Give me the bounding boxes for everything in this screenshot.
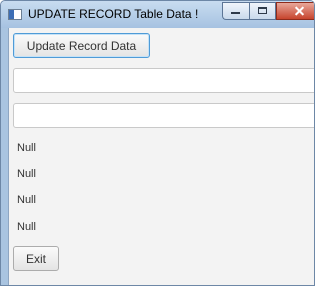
record-field-2[interactable] bbox=[13, 103, 314, 128]
minimize-button[interactable] bbox=[222, 2, 249, 20]
close-icon bbox=[277, 3, 314, 19]
app-window: UPDATE RECORD Table Data ! Update Record… bbox=[0, 0, 315, 286]
maximize-button[interactable] bbox=[249, 2, 276, 20]
record-field-1[interactable] bbox=[13, 68, 314, 93]
app-window-icon bbox=[8, 9, 22, 20]
null-label-4: Null bbox=[17, 221, 36, 233]
null-label-1: Null bbox=[17, 142, 36, 154]
close-button[interactable] bbox=[276, 2, 314, 20]
null-label-2: Null bbox=[17, 168, 36, 180]
update-record-button[interactable]: Update Record Data bbox=[13, 33, 150, 58]
null-label-3: Null bbox=[17, 194, 36, 206]
exit-button[interactable]: Exit bbox=[13, 246, 59, 271]
caption-buttons bbox=[222, 2, 314, 21]
title-bar[interactable]: UPDATE RECORD Table Data ! bbox=[1, 1, 314, 28]
form-area: Update Record Data Null Null Null Null E… bbox=[8, 28, 314, 285]
window-title: UPDATE RECORD Table Data ! bbox=[28, 7, 199, 21]
